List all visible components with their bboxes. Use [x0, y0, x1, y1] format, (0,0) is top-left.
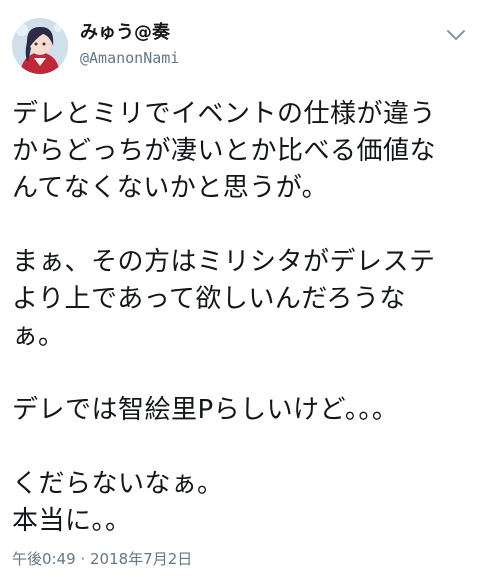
tweet-text-line: 本当に。。 — [12, 506, 132, 536]
tweet-text-line: からどっちが凄いとか比べる価値な — [12, 136, 437, 166]
tweet-timestamp[interactable]: 午後0:49 · 2018年7月2日 — [12, 548, 192, 569]
avatar-image — [12, 18, 68, 74]
tweet-text-line: より上であって欲しいんだろうな — [12, 284, 406, 314]
tweet-text-line: まぁ、その方はミリシタがデレステ — [12, 247, 436, 277]
user-handle[interactable]: @AmanonNami — [80, 48, 179, 68]
tweet-card: みゅう@奏 @AmanonNami デレとミリでイベントの仕様が違う からどっち… — [0, 0, 480, 584]
tweet-text: デレとミリでイベントの仕様が違う からどっちが凄いとか比べる価値な んてなくない… — [12, 96, 472, 540]
chevron-down-icon[interactable] — [444, 26, 468, 44]
tweet-text-line: くだらないなぁ。 — [12, 469, 224, 499]
tweet-text-line: んてなくないかと思うが。 — [12, 173, 329, 203]
tweet-text-line: ぁ。 — [12, 321, 65, 351]
avatar[interactable] — [12, 18, 68, 74]
tweet-header: みゅう@奏 @AmanonNami — [12, 18, 468, 78]
tweet-text-line: デレとミリでイベントの仕様が違う — [12, 99, 437, 129]
display-name[interactable]: みゅう@奏 — [80, 22, 179, 44]
user-names: みゅう@奏 @AmanonNami — [80, 22, 179, 68]
tweet-text-line: デレでは智絵里Pらしいけど。。。 — [12, 395, 399, 425]
